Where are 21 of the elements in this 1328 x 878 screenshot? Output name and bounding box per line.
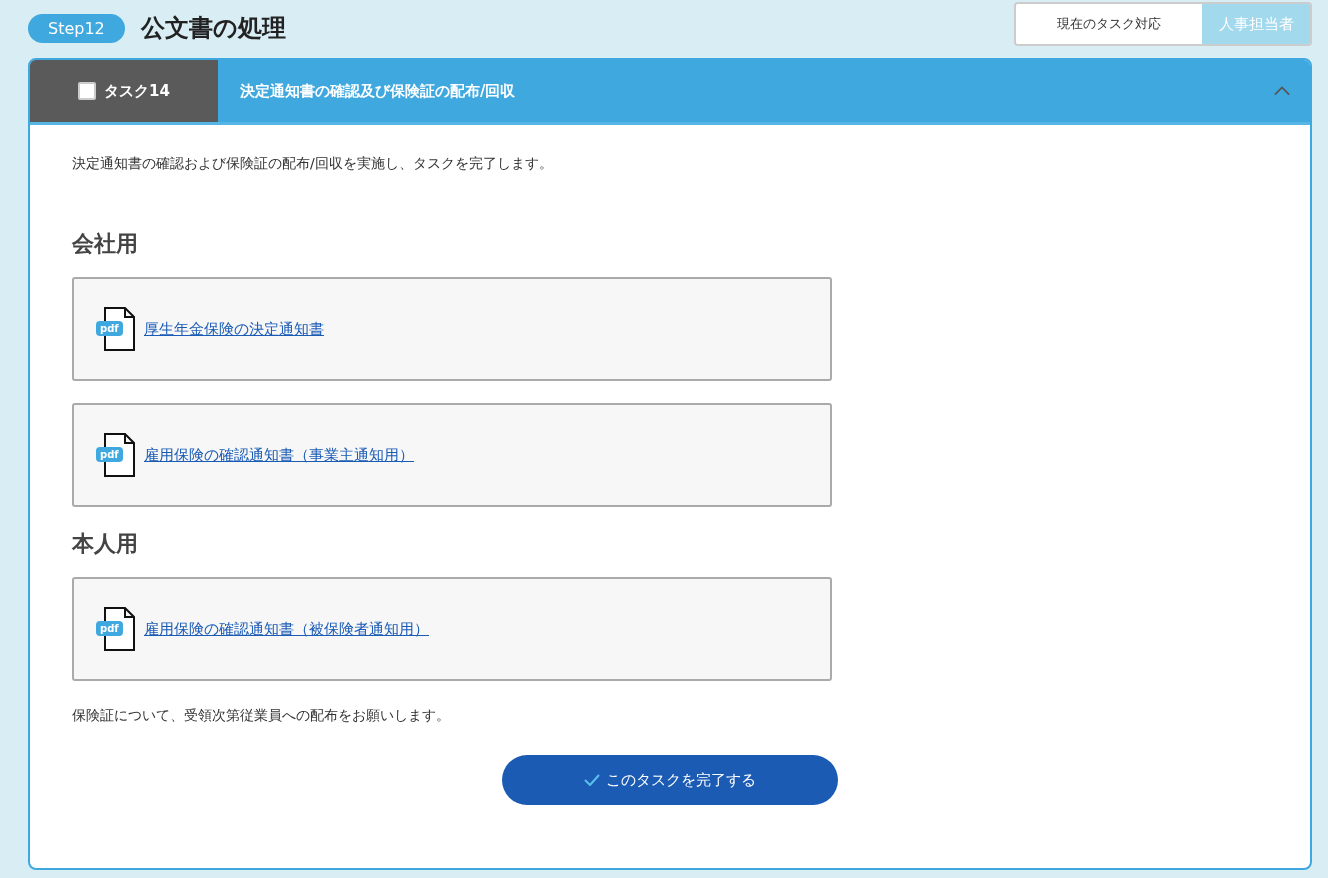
document-link[interactable]: 厚生年金保険の決定通知書	[144, 319, 324, 339]
document-link[interactable]: 雇用保険の確認通知書（被保険者通知用）	[144, 619, 429, 639]
step-badge: Step12	[28, 13, 125, 43]
section-heading: 本人用	[72, 530, 139, 558]
note-text: 保険証について、受領次第従業員への配布をお願いします。	[72, 707, 451, 725]
checkbox[interactable]	[78, 82, 97, 100]
pdf-badge: pdf	[96, 621, 123, 636]
pdf-badge: pdf	[96, 447, 123, 462]
task-number: タスク14	[104, 81, 170, 101]
task-description: 決定通知書の確認および保険証の配布/回収を実施し、タスクを完了します。	[72, 155, 554, 173]
page-title: 公文書の処理	[140, 13, 286, 44]
chevron-icon[interactable]	[1274, 86, 1290, 96]
task-title: 決定通知書の確認及び保険証の配布/回収	[240, 81, 517, 101]
complete-task-button[interactable]: このタスクを完了する	[502, 755, 838, 805]
role-value: 人事担当者	[1202, 4, 1310, 44]
role-label: 現在のタスク対応	[1016, 4, 1202, 44]
check-icon	[584, 774, 600, 786]
section-heading: 会社用	[72, 230, 139, 258]
document-link[interactable]: 雇用保険の確認通知書（事業主通知用）	[144, 445, 414, 465]
pdf-badge: pdf	[96, 321, 123, 336]
task-header[interactable]: タスク14 決定通知書の確認及び保険証の配布/回収	[30, 60, 1310, 125]
